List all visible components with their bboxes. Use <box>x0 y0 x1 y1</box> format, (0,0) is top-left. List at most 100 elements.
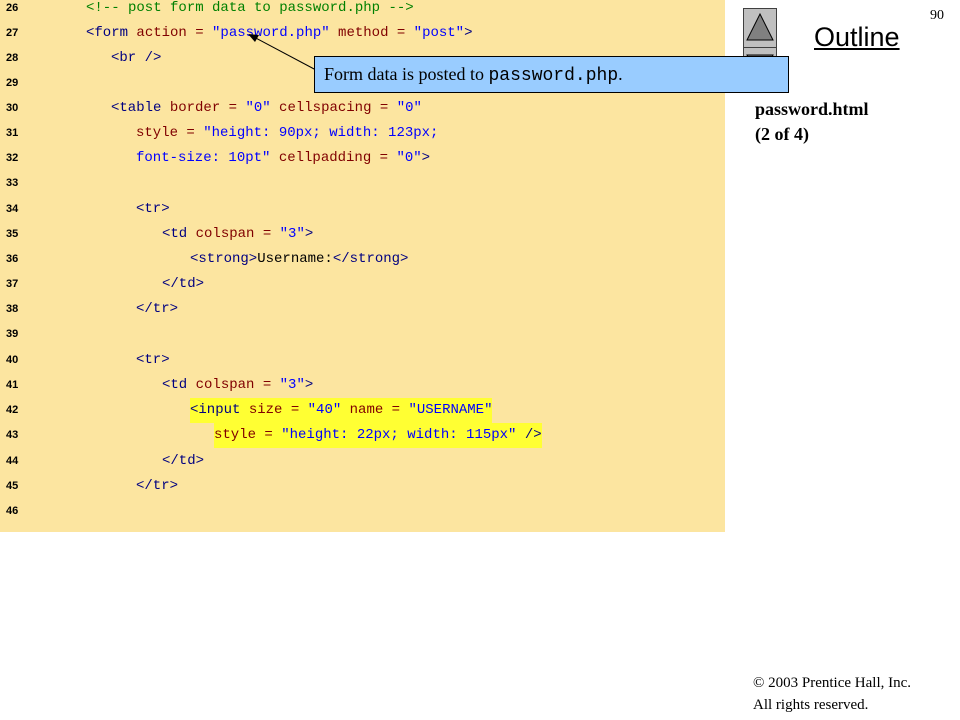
attribute: action = <box>128 25 213 41</box>
line-number: 38 <box>6 303 19 315</box>
tag: </tr> <box>136 478 179 494</box>
code-line-38: 38 </tr> <box>0 297 725 322</box>
attribute: colspan = <box>187 377 280 393</box>
line-number: 27 <box>6 27 19 39</box>
code-line-32: 32 font-size: 10pt" cellpadding = "0"> <box>0 146 725 171</box>
code-line-31: 31 style = "height: 90px; width: 123px; <box>0 121 725 146</box>
attribute-value: "password.php" <box>212 25 330 41</box>
element-text: Username: <box>257 251 333 267</box>
code-text: <tr> <box>136 348 170 373</box>
line-number: 39 <box>6 328 19 340</box>
line-number: 34 <box>6 203 19 215</box>
code-line-36: 36 <strong>Username:</strong> <box>0 247 725 272</box>
callout-code: password.php <box>488 66 619 86</box>
attribute: border = <box>161 100 246 116</box>
copyright-notice: © 2003 Prentice Hall, Inc. All rights re… <box>753 672 911 716</box>
attribute: cellpadding = <box>270 150 397 166</box>
code-text: <tr> <box>136 197 170 222</box>
attribute: colspan = <box>187 226 280 242</box>
code-text: <table border = "0" cellspacing = "0" <box>111 96 422 121</box>
attribute: style = <box>136 125 204 141</box>
code-line-37: 37 </td> <box>0 272 725 297</box>
code-line-45: 45 </tr> <box>0 474 725 499</box>
code-text: font-size: 10pt" cellpadding = "0"> <box>136 146 430 171</box>
attribute: method = <box>329 25 414 41</box>
attribute: size = <box>240 402 308 418</box>
tag-open: <form <box>86 25 129 41</box>
attribute: cellspacing = <box>270 100 397 116</box>
code-text: <td colspan = "3"> <box>162 222 313 247</box>
code-text: <br /> <box>111 46 161 71</box>
code-line-44: 44 </td> <box>0 449 725 474</box>
tag-close: > <box>304 377 314 393</box>
code-text: <td colspan = "3"> <box>162 373 313 398</box>
attribute-value: "post" <box>413 25 465 41</box>
attribute-value: font-size: 10pt" <box>136 150 271 166</box>
attribute-value: "0" <box>396 150 422 166</box>
copyright-line: © 2003 Prentice Hall, Inc. <box>753 675 912 691</box>
line-number: 45 <box>6 480 19 492</box>
code-line-33: 33 <box>0 171 725 196</box>
callout-text: Form data is posted to <box>324 64 489 84</box>
attribute: style = <box>214 427 282 443</box>
code-text: </td> <box>162 449 204 474</box>
tag-open: <input <box>190 402 241 418</box>
line-number: 36 <box>6 253 19 265</box>
tag-close: </strong> <box>332 251 409 267</box>
tag-close: /> <box>516 427 542 443</box>
tag: </tr> <box>136 301 179 317</box>
code-line-26: 26 <!-- post form data to password.php -… <box>0 0 725 21</box>
file-part: (2 of 4) <box>755 124 809 144</box>
outline-title[interactable]: Outline <box>814 22 900 53</box>
code-line-35: 35 <td colspan = "3"> <box>0 222 725 247</box>
tag-close: > <box>464 25 473 41</box>
code-line-46: 46 <box>0 499 725 524</box>
attribute-value: "USERNAME" <box>408 402 493 418</box>
code-line-40: 40 <tr> <box>0 348 725 373</box>
line-number: 29 <box>6 77 19 89</box>
tag: <tr> <box>136 352 170 368</box>
code-line-41: 41 <td colspan = "3"> <box>0 373 725 398</box>
attribute-value: "height: 90px; width: 123px; <box>203 125 439 141</box>
tag: <br /> <box>111 50 162 66</box>
tag-open: <td <box>162 377 188 393</box>
line-number: 32 <box>6 152 19 164</box>
attribute-value: "3" <box>279 226 305 242</box>
triangle-up-icon <box>746 12 774 41</box>
tag-close: > <box>304 226 314 242</box>
line-number: 31 <box>6 127 19 139</box>
callout-suffix: . <box>618 64 623 84</box>
code-text: </tr> <box>136 474 178 499</box>
highlighted-code-text: <input size = "40" name = "USERNAME" <box>190 398 493 423</box>
tag: <tr> <box>136 201 170 217</box>
previous-slide-button[interactable] <box>743 8 777 48</box>
code-text: </tr> <box>136 297 178 322</box>
line-number: 40 <box>6 354 19 366</box>
line-number: 26 <box>6 2 19 14</box>
attribute-value: "40" <box>307 402 342 418</box>
line-number: 37 <box>6 278 19 290</box>
line-number: 44 <box>6 455 19 467</box>
attribute-value: "height: 22px; width: 115px" <box>281 427 517 443</box>
line-number: 46 <box>6 505 19 517</box>
rights-line: All rights reserved. <box>753 697 869 713</box>
line-number: 42 <box>6 404 19 416</box>
highlighted-code-text: style = "height: 22px; width: 115px" /> <box>214 423 542 448</box>
code-text: <!-- post form data to password.php --> <box>86 0 414 21</box>
line-number: 28 <box>6 52 19 64</box>
page-number: 90 <box>930 8 944 23</box>
code-line-39: 39 <box>0 322 725 347</box>
line-number: 35 <box>6 228 19 240</box>
attribute-value: "0" <box>396 100 422 116</box>
tag: </td> <box>162 453 205 469</box>
code-text: <strong>Username:</strong> <box>190 247 408 272</box>
code-text: <form action = "password.php" method = "… <box>86 21 473 46</box>
file-name: password.html <box>755 99 869 119</box>
code-line-30: 30 <table border = "0" cellspacing = "0" <box>0 96 725 121</box>
line-number: 30 <box>6 102 19 114</box>
code-line-34: 34 <tr> <box>0 197 725 222</box>
code-line-27: 27 <form action = "password.php" method … <box>0 21 725 46</box>
code-line-43: 43 style = "height: 22px; width: 115px" … <box>0 423 725 448</box>
tag: </td> <box>162 276 205 292</box>
code-line-42: 42 <input size = "40" name = "USERNAME" <box>0 398 725 423</box>
